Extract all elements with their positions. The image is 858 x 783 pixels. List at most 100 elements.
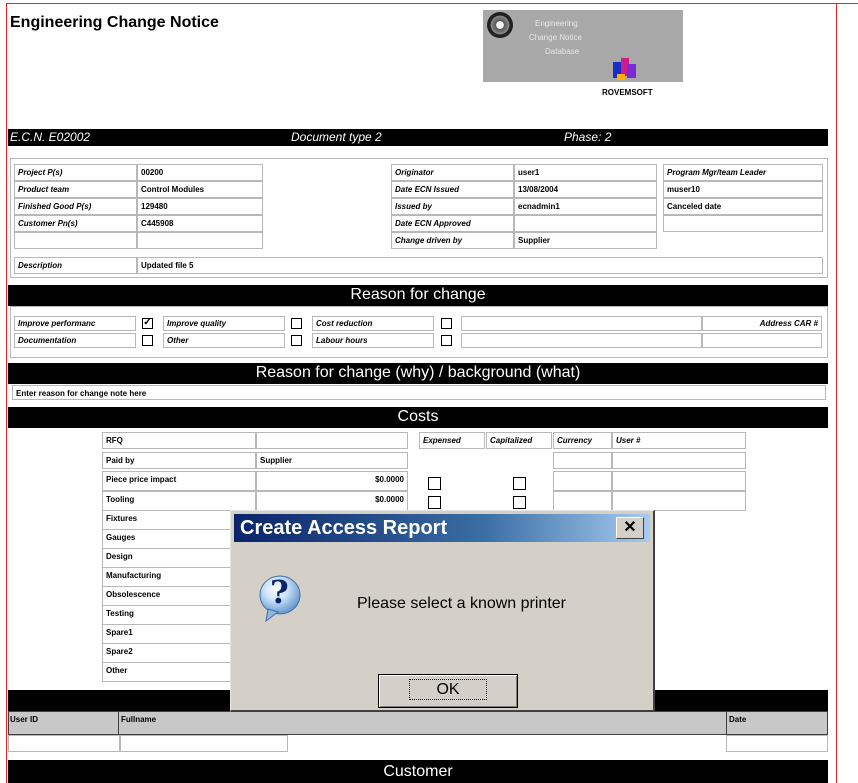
why-text[interactable]: Enter reason for change note here <box>12 385 826 400</box>
canceled-date-label: Canceled date <box>663 198 823 215</box>
document-type: Document type 2 <box>291 130 382 144</box>
improve-performance-label: Improve performanc <box>14 316 136 331</box>
page-frame-top <box>6 3 858 4</box>
piece-price-capitalized-checkbox[interactable] <box>513 477 526 490</box>
address-car-field[interactable] <box>702 333 822 348</box>
reason-block <box>10 306 828 358</box>
dialog-titlebar: Create Access Report <box>234 514 650 542</box>
date-issued-label: Date ECN Issued <box>391 181 514 198</box>
approvals-date-header: Date <box>729 715 747 724</box>
cost-row-label: RFQ <box>102 432 256 449</box>
customer-heading: Customer <box>8 760 828 783</box>
question-icon: ? <box>258 573 302 623</box>
approvals-user-header: User ID <box>10 715 39 724</box>
approvals-row-user <box>8 735 120 752</box>
dialog-close-button[interactable]: ✕ <box>616 517 644 539</box>
cost-row-value <box>256 432 408 449</box>
finished-good-value: 129480 <box>137 198 263 215</box>
currency-header: Currency <box>553 432 612 449</box>
improve-quality-label: Improve quality <box>163 316 285 331</box>
approvals-fullname-header: Fullname <box>121 715 157 724</box>
ok-button[interactable]: OK <box>378 674 518 708</box>
product-team-value: Control Modules <box>137 181 263 198</box>
paid-by-currency <box>553 452 612 469</box>
labour-hours-field[interactable] <box>461 333 702 348</box>
project-label: Project P(s) <box>14 164 137 181</box>
approvals-row-fullname <box>120 735 288 752</box>
originator-value: user1 <box>514 164 657 181</box>
reason-other-field[interactable] <box>461 316 702 331</box>
costs-left-margin <box>8 428 100 688</box>
canceled-date-value <box>663 215 823 232</box>
piece-price-currency <box>553 471 612 491</box>
logo-text-line-3: Database <box>545 47 580 56</box>
capitalized-header: Capitalized <box>486 432 552 449</box>
cost-row-label: Piece price impact <box>102 471 256 491</box>
tooling-capitalized-checkbox[interactable] <box>513 496 526 509</box>
cost-reduction-checkbox[interactable] <box>441 318 452 329</box>
change-driven-label: Change driven by <box>391 232 514 249</box>
logo-figure-icon <box>611 54 639 82</box>
app-logo: Engineering Change Notice Database <box>483 10 683 82</box>
approvals-row-date <box>726 735 828 752</box>
piece-price-expensed-checkbox[interactable] <box>428 477 441 490</box>
dialog-title: Create Access Report <box>240 517 448 539</box>
ok-button-label: OK <box>409 679 487 700</box>
cost-reduction-label: Cost reduction <box>312 316 434 331</box>
cost-row-value: Supplier <box>256 452 408 469</box>
question-mark: ? <box>270 573 289 611</box>
finished-good-label: Finished Good P(s) <box>14 198 137 215</box>
reason-heading: Reason for change <box>8 285 828 306</box>
documentation-label: Documentation <box>14 333 136 348</box>
create-access-report-dialog: Create Access Report ✕ ? Please select a… <box>230 510 655 712</box>
tooling-currency <box>553 491 612 511</box>
other-label: Other <box>163 333 285 348</box>
project-value: 00200 <box>137 164 263 181</box>
ecn-header-bar: E.C.N. E02002 Document type 2 Phase: 2 <box>8 129 828 146</box>
issued-by-value: ecnadmin1 <box>514 198 657 215</box>
ecn-number: E.C.N. E02002 <box>10 130 91 144</box>
date-issued-value: 13/08/2004 <box>514 181 657 198</box>
program-manager-value: muser10 <box>663 181 823 198</box>
description-label: Description <box>14 257 137 274</box>
logo-text-line-2: Change Notice <box>529 33 582 42</box>
change-driven-value: Supplier <box>514 232 657 249</box>
date-approved-value <box>514 215 657 232</box>
product-team-label: Product team <box>14 181 137 198</box>
improve-quality-checkbox[interactable] <box>291 318 302 329</box>
description-value: Updated file 5 <box>137 257 823 274</box>
customer-pn-value: C445908 <box>137 215 263 232</box>
customer-pn-label: Customer Pn(s) <box>14 215 137 232</box>
expensed-header: Expensed <box>419 432 485 449</box>
documentation-checkbox[interactable] <box>142 335 153 346</box>
issued-by-label: Issued by <box>391 198 514 215</box>
other-checkbox[interactable] <box>291 335 302 346</box>
logo-gear-icon <box>487 12 513 38</box>
originator-label: Originator <box>391 164 514 181</box>
tooling-expensed-checkbox[interactable] <box>428 496 441 509</box>
empty-left-value <box>137 232 263 249</box>
cost-row-label: Tooling <box>102 491 256 511</box>
labour-hours-label: Labour hours <box>312 333 434 348</box>
cost-row-value: $0.0000 <box>256 491 408 511</box>
user-header: User # <box>612 432 746 449</box>
empty-left-label <box>14 232 137 249</box>
page-frame-left <box>6 3 7 783</box>
tooling-user <box>612 491 746 511</box>
address-car-label: Address CAR # <box>702 316 822 331</box>
logo-text-line-1: Engineering <box>535 19 578 28</box>
labour-hours-checkbox[interactable] <box>441 335 452 346</box>
cost-row-label: Paid by <box>102 452 256 469</box>
why-heading: Reason for change (why) / background (wh… <box>8 363 828 384</box>
date-approved-label: Date ECN Approved <box>391 215 514 232</box>
program-manager-label: Program Mgr/team Leader <box>663 164 823 181</box>
dialog-message: Please select a known printer <box>357 595 566 612</box>
close-icon: ✕ <box>623 519 637 536</box>
phase: Phase: 2 <box>564 130 612 144</box>
cost-row-value: $0.0000 <box>256 471 408 491</box>
logo-caption: ROVEMSOFT <box>602 88 653 97</box>
piece-price-user <box>612 471 746 491</box>
improve-performance-checkbox[interactable]: ✓ <box>142 318 153 329</box>
costs-heading: Costs <box>8 407 828 428</box>
page-frame-right <box>836 3 837 783</box>
